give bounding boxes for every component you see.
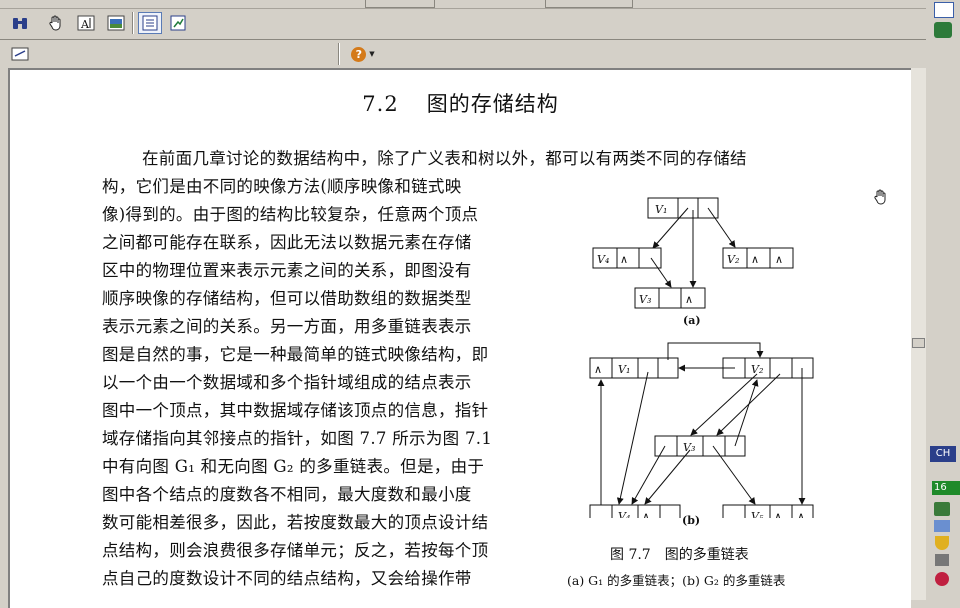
figure-caption: 图 7.7 图的多重链表: [610, 547, 749, 563]
paragraph-line: 构，它们是由不同的映像方法(顺序映像和链式映: [102, 177, 462, 196]
paragraph-line: 点结构，则会浪费很多存储单元；反之，若按每个顶: [102, 541, 489, 560]
toolbar-top-strip: [0, 0, 926, 9]
node-v5-b: V₅ ∧ ∧: [722, 504, 814, 518]
binoculars-icon[interactable]: [8, 12, 32, 34]
hand-tool-icon[interactable]: [44, 12, 68, 34]
null-pointer: ∧: [774, 510, 782, 518]
vertical-scrollbar[interactable]: [911, 68, 926, 600]
text-select-icon[interactable]: A: [74, 12, 98, 34]
paragraph-line: 表示元素之间的关系。另一方面，用多重链表表示: [102, 317, 472, 336]
null-pointer: ∧: [751, 253, 759, 266]
tray-icon[interactable]: [935, 572, 949, 586]
network-icon[interactable]: [934, 520, 950, 532]
node-label: V₄: [618, 510, 630, 518]
figure-diagram: V₁ V₄ ∧ V₂ ∧ ∧ V₃ ∧ ∧ V₁ V₂ V₃ V₄ ∧ V₅ ∧…: [589, 197, 814, 518]
paragraph-line: 区中的物理位置来表示元素之间的关系，即图没有: [102, 261, 472, 280]
null-pointer: ∧: [642, 510, 650, 518]
toolbar-separator: [338, 43, 340, 65]
paragraph-line: 图中各个结点的度数各不相同，最大度数和最小度: [102, 485, 472, 504]
toolbar-separator: [132, 12, 134, 34]
node-label: V₁: [618, 363, 630, 376]
tray-icon[interactable]: [934, 502, 950, 516]
section-number: 7.2: [362, 92, 399, 116]
toolbar-partial-button[interactable]: [365, 0, 435, 8]
shield-icon[interactable]: [935, 536, 949, 550]
paragraph-line: 点自己的度数设计不同的结点结构，又会给操作带: [102, 569, 472, 588]
paragraph-line: 图中一个顶点，其中数据域存储该顶点的信息，指针: [102, 401, 489, 420]
status-number: 16: [932, 481, 960, 495]
node-v4-a: V₄ ∧: [592, 247, 662, 269]
chevron-down-icon: ▼: [369, 50, 375, 58]
node-label: V₂: [727, 253, 739, 266]
image-select-icon[interactable]: [104, 12, 128, 34]
toolbar-area: A ? ▼: [0, 0, 926, 68]
node-v4-b: V₄ ∧: [589, 504, 681, 518]
speaker-icon[interactable]: [935, 554, 949, 566]
null-pointer: ∧: [620, 253, 628, 266]
node-v3-b: V₃: [654, 435, 746, 457]
section-heading: 图的存储结构: [426, 92, 559, 116]
help-icon: ?: [351, 46, 367, 62]
figure-label-a: (a): [683, 314, 701, 327]
notepad-icon[interactable]: [934, 2, 954, 18]
node-label: V₃: [639, 293, 651, 306]
toolbar-partial-button[interactable]: [545, 0, 633, 8]
paragraph-line: 以一个由一个数据域和多个指针域组成的结点表示: [102, 373, 472, 392]
node-v1-b: ∧ V₁: [589, 357, 679, 379]
node-label: V₂: [751, 363, 763, 376]
paragraph-line: 图是自然的事，它是一种最简单的链式映像结构，即: [102, 345, 489, 364]
figure-subcaption: (a) G₁ 的多重链表；(b) G₂ 的多重链表: [567, 573, 786, 588]
section-title: 7.2 图的存储结构: [10, 88, 911, 118]
help-button[interactable]: ? ▼: [346, 43, 380, 65]
node-label: V₅: [751, 510, 764, 518]
node-v3-a: V₃ ∧: [634, 287, 706, 309]
scrollbar-thumb[interactable]: [912, 338, 925, 348]
node-v2-a: V₂ ∧ ∧: [722, 247, 794, 269]
system-tray: CH 16: [926, 0, 960, 600]
paragraph-line: 之间都可能存在联系，因此无法以数据元素在存储: [102, 233, 472, 252]
node-v1-a: V₁: [647, 197, 719, 219]
node-label: V₃: [683, 441, 695, 454]
svg-text:A: A: [80, 18, 90, 31]
toolbar-divider: [0, 39, 926, 40]
document-page: 7.2 图的存储结构 在前面几章讨论的数据结构中，除了广义表和树以外，都可以有两类…: [8, 68, 911, 608]
app-icon[interactable]: [934, 22, 952, 38]
figure-label-b: (b): [682, 514, 701, 527]
node-label: V₁: [655, 203, 667, 216]
paragraph-line: 在前面几章讨论的数据结构中，除了广义表和树以外，都可以有两类不同的存储结: [142, 149, 747, 168]
paragraph-line: 中有向图 G₁ 和无向图 G₂ 的多重链表。但是，由于: [102, 457, 485, 476]
paragraph-line: 域存储指向其邻接点的指针，如图 7.7 所示为图 7.1: [102, 429, 493, 448]
paragraph-line: 像)得到的。由于图的结构比较复杂，任意两个顶点: [102, 205, 479, 224]
null-pointer: ∧: [797, 510, 805, 518]
null-pointer: ∧: [594, 363, 602, 376]
null-pointer: ∧: [685, 293, 693, 306]
fit-view-icon[interactable]: [166, 12, 190, 34]
null-pointer: ∧: [775, 253, 783, 266]
paragraph-line: 顺序映像的存储结构，但可以借助数组的数据类型: [102, 289, 472, 308]
edit-page-icon[interactable]: [8, 43, 32, 65]
input-indicator[interactable]: CH: [930, 446, 956, 462]
node-v2-b: V₂: [722, 357, 814, 379]
hand-cursor-icon: [872, 188, 890, 210]
page-view-icon[interactable]: [138, 12, 162, 34]
paragraph-line: 数可能相差很多，因此，若按度数最大的顶点设计结: [102, 513, 489, 532]
node-label: V₄: [597, 253, 609, 266]
